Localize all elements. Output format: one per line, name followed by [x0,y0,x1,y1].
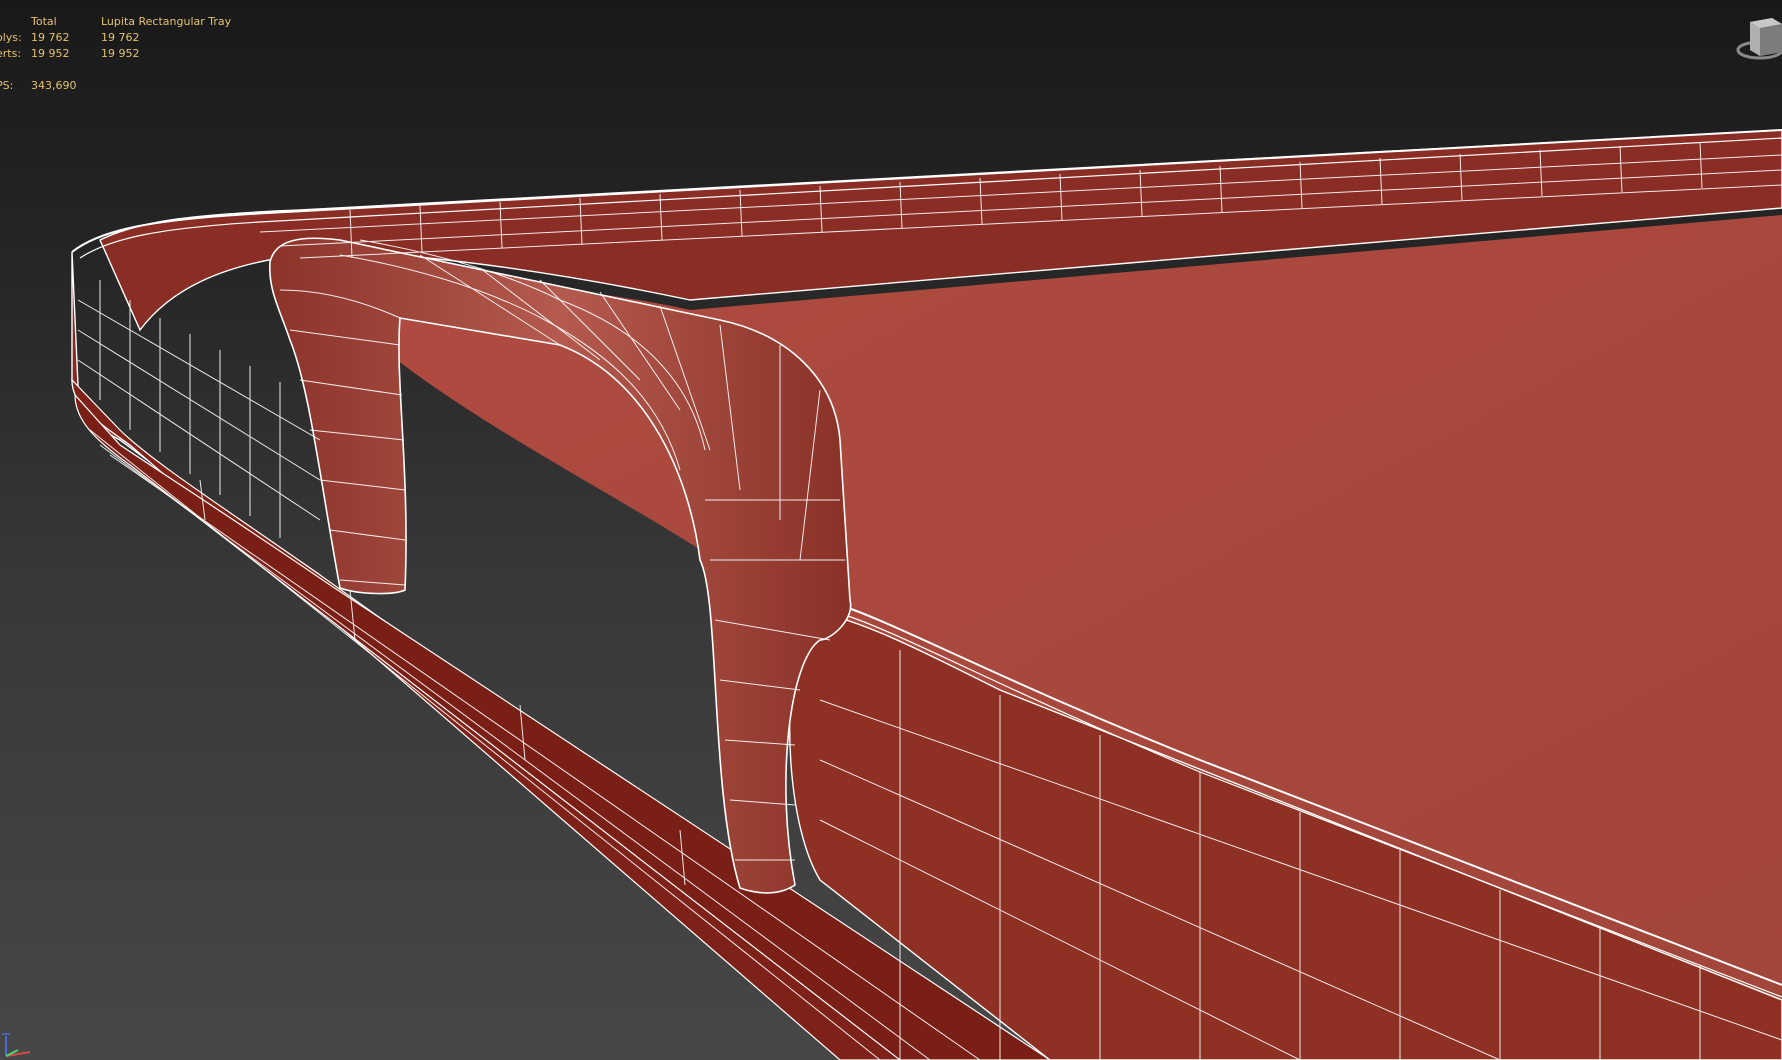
stats-verts-label: erts: [0,47,22,60]
stats-verts-object: 19 952 [101,47,140,60]
stats-polys-object: 19 762 [101,31,140,44]
stats-fps-label: PS: [0,79,14,92]
stats-polys-label: olys: [0,31,22,44]
stats-verts-total: 19 952 [31,47,70,60]
3d-viewport[interactable]: Total Lupita Rectangular Tray olys: 19 7… [0,0,1782,1060]
tray-wireframe-model [71,129,1782,1060]
stats-total-header: Total [31,15,57,28]
view-cube-icon[interactable] [1712,12,1782,66]
axis-tripod-icon [2,1033,31,1057]
stats-object-header: Lupita Rectangular Tray [101,15,232,28]
stats-polys-total: 19 762 [31,31,70,44]
stats-fps-value: 343,690 [31,79,77,92]
